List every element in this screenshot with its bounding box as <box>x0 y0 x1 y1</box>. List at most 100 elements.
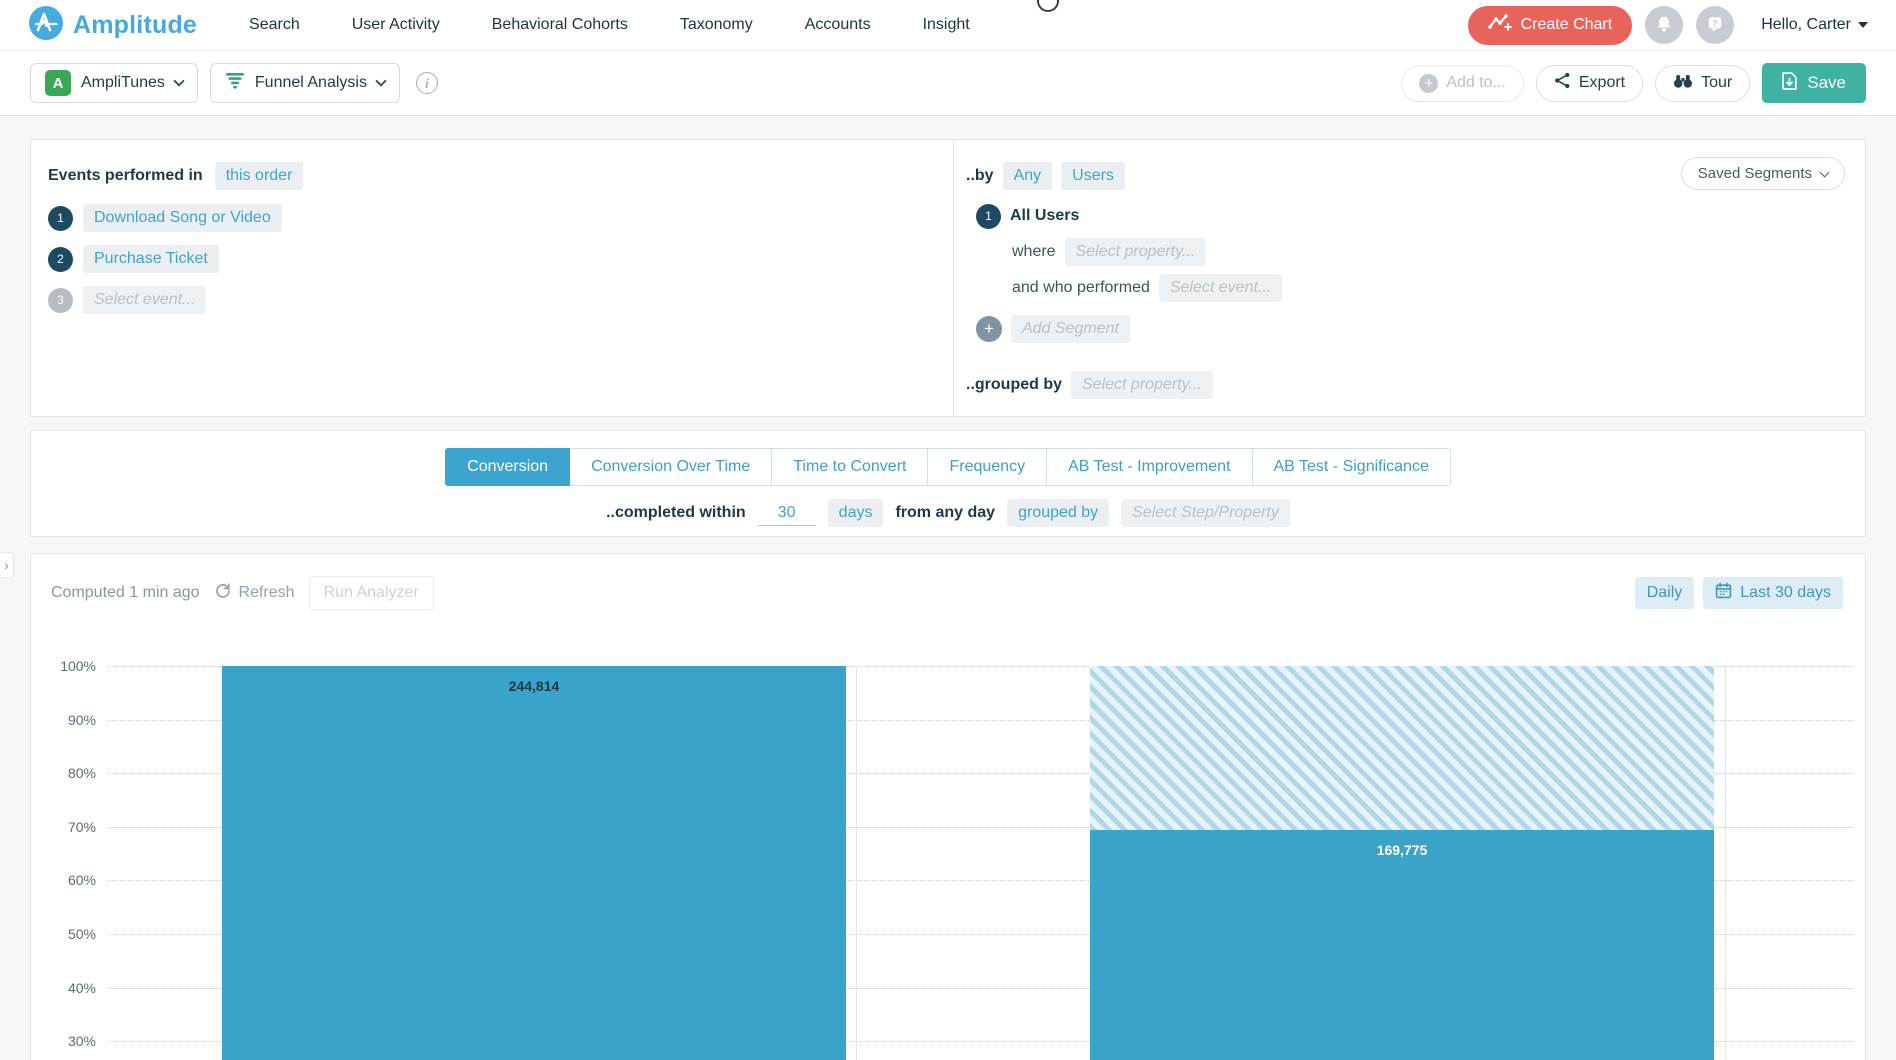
share-icon <box>1554 72 1571 94</box>
tab-frequency[interactable]: Frequency <box>928 448 1047 486</box>
chevron-down-icon <box>375 75 386 86</box>
column-separator <box>1725 666 1726 1060</box>
y-tick-label: 50% <box>36 926 96 942</box>
save-button[interactable]: Save <box>1762 63 1866 103</box>
event-step-row: 2 Purchase Ticket <box>48 245 953 273</box>
events-title: Events performed in <box>48 167 203 185</box>
analysis-mode-panel: Conversion Conversion Over Time Time to … <box>30 430 1866 537</box>
amplitude-logo-icon <box>28 5 64 46</box>
bar-value-label: 169,775 <box>1090 842 1714 858</box>
add-segment-button[interactable]: Add Segment <box>1011 315 1130 343</box>
tab-ab-test-significance[interactable]: AB Test - Significance <box>1253 448 1451 486</box>
chart-toolbar: A AmpliTunes Funnel Analysis i + Add to.… <box>0 51 1896 116</box>
tab-time-to-convert[interactable]: Time to Convert <box>772 448 928 486</box>
grouped-by-label: ..grouped by <box>966 376 1062 394</box>
chart-header: Computed 1 min ago Refresh Run Analyzer … <box>31 554 1865 610</box>
where-label: where <box>1012 243 1056 261</box>
definition-panel: Events performed in this order 1 Downloa… <box>30 139 1866 417</box>
greeting-label: Hello, Carter <box>1761 16 1851 34</box>
date-range-label: Last 30 days <box>1740 584 1831 602</box>
segments-section: ..by Any Users 1 All Users where Select … <box>953 140 1865 416</box>
info-icon[interactable]: i <box>416 72 438 94</box>
tab-conversion-over-time[interactable]: Conversion Over Time <box>570 448 772 486</box>
grouped-by-property-select[interactable]: Select property... <box>1071 371 1213 399</box>
notifications-button[interactable] <box>1645 6 1683 44</box>
step-number-badge: 2 <box>48 247 73 272</box>
where-property-select[interactable]: Select property... <box>1065 238 1207 266</box>
event-step-row: 3 Select event... <box>48 286 953 314</box>
funnel-chart: 100%90%80%70%60%50%40%30% 244,814 169,77… <box>31 641 1865 1060</box>
grouped-by-toggle[interactable]: grouped by <box>1007 499 1109 527</box>
save-label: Save <box>1807 73 1846 93</box>
project-badge-icon: A <box>45 70 71 96</box>
saved-segments-dropdown[interactable]: Saved Segments <box>1681 157 1845 190</box>
analysis-tabs: Conversion Conversion Over Time Time to … <box>31 448 1865 486</box>
svg-text:?: ? <box>1712 18 1718 29</box>
column-separator <box>856 666 857 1060</box>
computed-status: Computed 1 min ago <box>51 584 200 602</box>
nav-item-accounts[interactable]: Accounts <box>805 16 871 34</box>
chart-line-plus-icon <box>1488 14 1512 36</box>
export-label: Export <box>1579 74 1625 92</box>
nav-right: Create Chart ? Hello, Carter <box>1468 6 1868 45</box>
y-tick-label: 30% <box>36 1033 96 1049</box>
chevron-down-icon <box>173 75 184 86</box>
create-chart-button[interactable]: Create Chart <box>1468 6 1633 45</box>
amplitude-logo[interactable]: Amplitude <box>28 5 197 46</box>
project-dropdown[interactable]: A AmpliTunes <box>30 63 198 103</box>
help-button[interactable]: ? <box>1696 6 1734 44</box>
segment-any-toggle[interactable]: Any <box>1003 162 1053 190</box>
binoculars-icon <box>1673 73 1693 94</box>
nav-item-taxonomy[interactable]: Taxonomy <box>680 16 753 34</box>
tab-ab-test-improvement[interactable]: AB Test - Improvement <box>1047 448 1252 486</box>
tour-button[interactable]: Tour <box>1655 65 1750 102</box>
nav-item-user-activity[interactable]: User Activity <box>352 16 440 34</box>
chevron-down-icon <box>1858 22 1868 28</box>
user-menu[interactable]: Hello, Carter <box>1761 16 1868 34</box>
event-step-3-select[interactable]: Select event... <box>83 286 206 314</box>
brand-name: Amplitude <box>73 11 197 40</box>
chevron-down-icon <box>1820 167 1830 177</box>
event-step-2[interactable]: Purchase Ticket <box>83 245 219 273</box>
segment-users-toggle[interactable]: Users <box>1061 162 1125 190</box>
event-order-toggle[interactable]: this order <box>215 162 304 190</box>
add-segment-plus-icon[interactable]: + <box>976 316 1002 342</box>
refresh-button[interactable]: Refresh <box>214 582 295 605</box>
nav-item-behavioral-cohorts[interactable]: Behavioral Cohorts <box>492 16 628 34</box>
y-tick-label: 40% <box>36 980 96 996</box>
date-range-button[interactable]: Last 30 days <box>1703 577 1843 609</box>
by-label: ..by <box>966 167 994 185</box>
performed-event-select[interactable]: Select event... <box>1159 274 1282 302</box>
create-chart-label: Create Chart <box>1521 16 1613 34</box>
refresh-label: Refresh <box>239 584 295 602</box>
funnel-bar-step-2[interactable]: 169,775 <box>1090 666 1714 1060</box>
y-tick-label: 100% <box>36 658 96 674</box>
top-nav: Amplitude Search User Activity Behaviora… <box>0 0 1896 51</box>
add-to-button[interactable]: + Add to... <box>1401 65 1524 102</box>
refresh-icon <box>214 582 232 605</box>
interval-daily-button[interactable]: Daily <box>1635 577 1695 609</box>
run-analyzer-button[interactable]: Run Analyzer <box>309 576 434 610</box>
sidebar-expand-handle[interactable]: › <box>0 552 14 578</box>
performed-label: and who performed <box>1012 279 1150 297</box>
event-step-1[interactable]: Download Song or Video <box>83 204 282 232</box>
chart-type-dropdown[interactable]: Funnel Analysis <box>210 63 400 103</box>
window-unit-select[interactable]: days <box>828 499 884 527</box>
project-label: AmpliTunes <box>81 74 165 92</box>
funnel-bar-step-1[interactable]: 244,814 <box>222 666 846 1060</box>
export-button[interactable]: Export <box>1536 65 1643 102</box>
tab-conversion[interactable]: Conversion <box>445 448 570 486</box>
from-any-day-label: from any day <box>895 504 995 522</box>
y-tick-label: 60% <box>36 872 96 888</box>
y-tick-label: 70% <box>36 819 96 835</box>
nav-item-search[interactable]: Search <box>249 16 300 34</box>
help-bubble-icon: ? <box>1706 15 1724 36</box>
nav-items: Search User Activity Behavioral Cohorts … <box>249 16 970 34</box>
step-number-badge: 1 <box>48 206 73 231</box>
bar-fill: 169,775 <box>1090 830 1714 1060</box>
conversion-window-input[interactable] <box>758 501 816 526</box>
save-file-icon <box>1782 72 1797 95</box>
step-property-select[interactable]: Select Step/Property <box>1121 499 1290 527</box>
segment-name: All Users <box>1010 207 1079 225</box>
nav-item-insight[interactable]: Insight <box>923 16 970 34</box>
